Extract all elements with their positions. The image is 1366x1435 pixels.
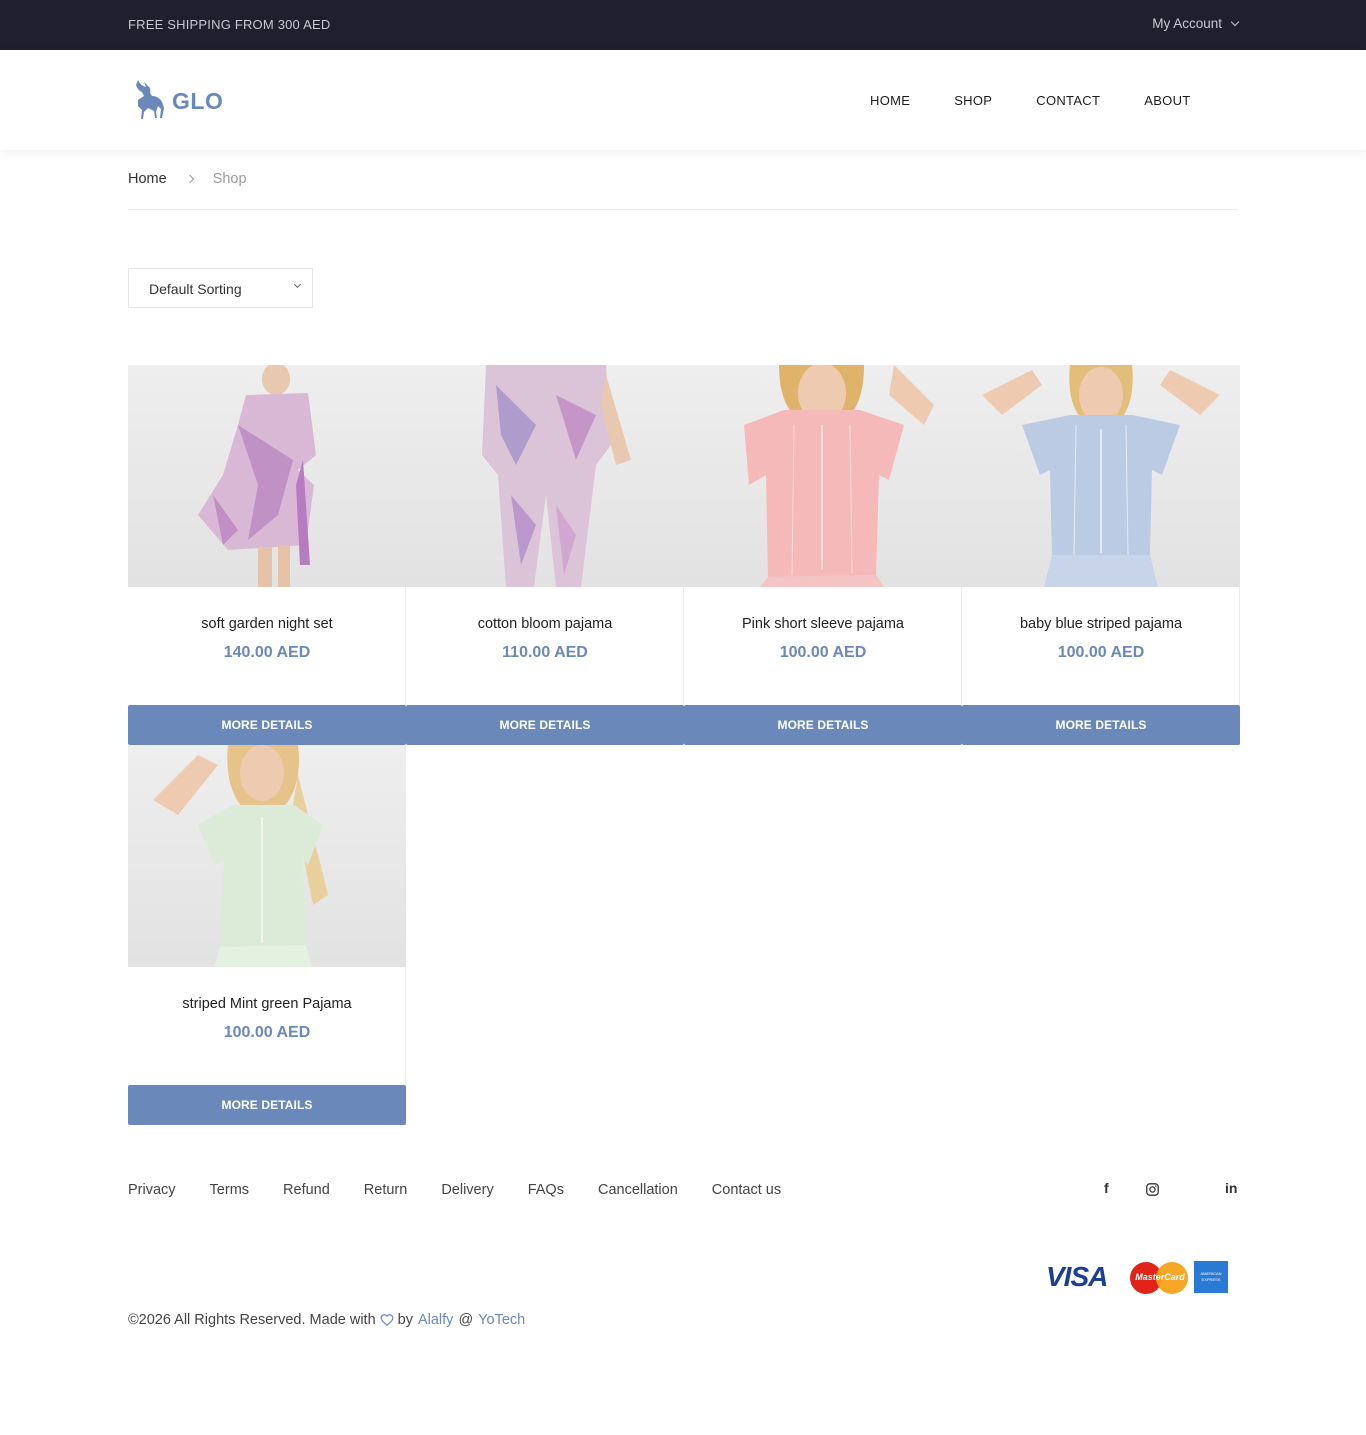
my-account-menu[interactable]: My Account	[1152, 16, 1240, 31]
model-mint-pajama-image	[153, 745, 328, 967]
product-image[interactable]	[406, 365, 684, 587]
chevron-down-icon	[1230, 17, 1240, 26]
product-price: 140.00 AED	[223, 644, 311, 661]
shipping-promo: FREE SHIPPING FROM 300 AED	[128, 17, 331, 32]
model-floral-robe-image	[198, 365, 316, 587]
instagram-icon[interactable]	[1146, 1183, 1159, 1199]
product-title[interactable]: Pink short sleeve pajama	[684, 616, 962, 632]
mastercard-logo: MasterCard	[1130, 1259, 1190, 1295]
sorting-selected-value: Default Sorting	[149, 281, 242, 297]
footer-link-privacy[interactable]: Privacy	[128, 1182, 176, 1198]
nav-contact[interactable]: CONTACT	[1036, 93, 1100, 108]
product-title[interactable]: cotton bloom pajama	[406, 616, 684, 632]
payment-methods: VISA MasterCard AMERICAN EXPRESS	[1046, 1257, 1232, 1297]
chevron-right-icon	[185, 174, 194, 184]
nav-about[interactable]: ABOUT	[1144, 93, 1190, 108]
copyright: ©2026 All Rights Reserved. Made with by …	[128, 1312, 525, 1328]
nav-shop[interactable]: SHOP	[954, 93, 992, 108]
footer-link-delivery[interactable]: Delivery	[441, 1182, 493, 1198]
linkedin-icon[interactable]: in	[1225, 1180, 1237, 1196]
logo[interactable]: GLO	[132, 78, 223, 120]
brand-name: GLO	[172, 87, 224, 114]
more-details-button[interactable]: MORE DETAILS	[128, 1085, 406, 1125]
facebook-icon[interactable]: f	[1104, 1180, 1109, 1196]
product-card: soft garden night set 140.00 AED MORE DE…	[128, 365, 406, 745]
author-link[interactable]: Alalfy	[418, 1312, 453, 1328]
product-card: baby blue striped pajama 100.00 AED MORE…	[962, 365, 1240, 745]
copyright-text: ©2026 All Rights Reserved. Made with	[128, 1312, 376, 1328]
product-price: 110.00 AED	[502, 644, 588, 661]
more-details-button[interactable]: MORE DETAILS	[128, 705, 406, 745]
breadcrumb-home[interactable]: Home	[128, 171, 167, 187]
copyright-by: by	[397, 1312, 413, 1328]
product-price: 100.00 AED	[1057, 644, 1145, 661]
more-details-button[interactable]: MORE DETAILS	[684, 705, 962, 745]
model-floral-pajama-image	[482, 365, 631, 587]
product-card: cotton bloom pajama 110.00 AED MORE DETA…	[406, 365, 684, 745]
breadcrumb-divider	[128, 209, 1238, 210]
product-title[interactable]: striped Mint green Pajama	[128, 996, 406, 1012]
chevron-down-icon	[293, 280, 302, 289]
nav-home[interactable]: HOME	[870, 93, 910, 108]
product-price: 100.00 AED	[223, 1024, 311, 1041]
more-details-button[interactable]: MORE DETAILS	[406, 705, 684, 745]
footer-link-return[interactable]: Return	[364, 1182, 408, 1198]
top-bar: FREE SHIPPING FROM 300 AED My Account	[0, 0, 1366, 50]
sorting-select[interactable]: Default Sorting	[128, 268, 313, 308]
footer-link-terms[interactable]: Terms	[210, 1182, 249, 1198]
copyright-at: @	[458, 1312, 474, 1328]
my-account-label: My Account	[1152, 16, 1222, 31]
footer-links: Privacy Terms Refund Return Delivery FAQ…	[128, 1182, 815, 1198]
breadcrumb: Home Shop	[128, 171, 247, 187]
product-card: striped Mint green Pajama 100.00 AED MOR…	[128, 745, 406, 1125]
main-nav: HOME SHOP CONTACT ABOUT	[870, 93, 1235, 108]
breadcrumb-current: Shop	[212, 171, 247, 187]
footer-link-cancellation[interactable]: Cancellation	[598, 1182, 678, 1198]
product-price: 100.00 AED	[779, 644, 867, 661]
company-link[interactable]: YoTech	[478, 1312, 525, 1328]
amex-logo: AMERICAN EXPRESS	[1194, 1261, 1228, 1293]
product-card: Pink short sleeve pajama 100.00 AED MORE…	[684, 365, 962, 745]
product-title[interactable]: baby blue striped pajama	[962, 616, 1240, 632]
product-title[interactable]: soft garden night set	[128, 616, 406, 632]
more-details-button[interactable]: MORE DETAILS	[962, 705, 1240, 745]
deer-logo-icon	[136, 80, 164, 119]
product-image[interactable]	[962, 365, 1240, 587]
heart-icon	[380, 1314, 394, 1327]
model-pink-pajama-image	[744, 365, 934, 587]
model-blue-striped-pajama-image	[982, 365, 1220, 587]
instagram-glyph	[1146, 1183, 1159, 1196]
product-image[interactable]	[684, 365, 962, 587]
footer-link-refund[interactable]: Refund	[283, 1182, 330, 1198]
footer-link-faqs[interactable]: FAQs	[528, 1182, 564, 1198]
product-image[interactable]	[128, 745, 406, 967]
product-image[interactable]	[128, 365, 406, 587]
footer-link-contact-us[interactable]: Contact us	[712, 1182, 781, 1198]
site-header: GLO HOME SHOP CONTACT ABOUT	[0, 50, 1366, 150]
visa-logo: VISA	[1046, 1261, 1108, 1292]
